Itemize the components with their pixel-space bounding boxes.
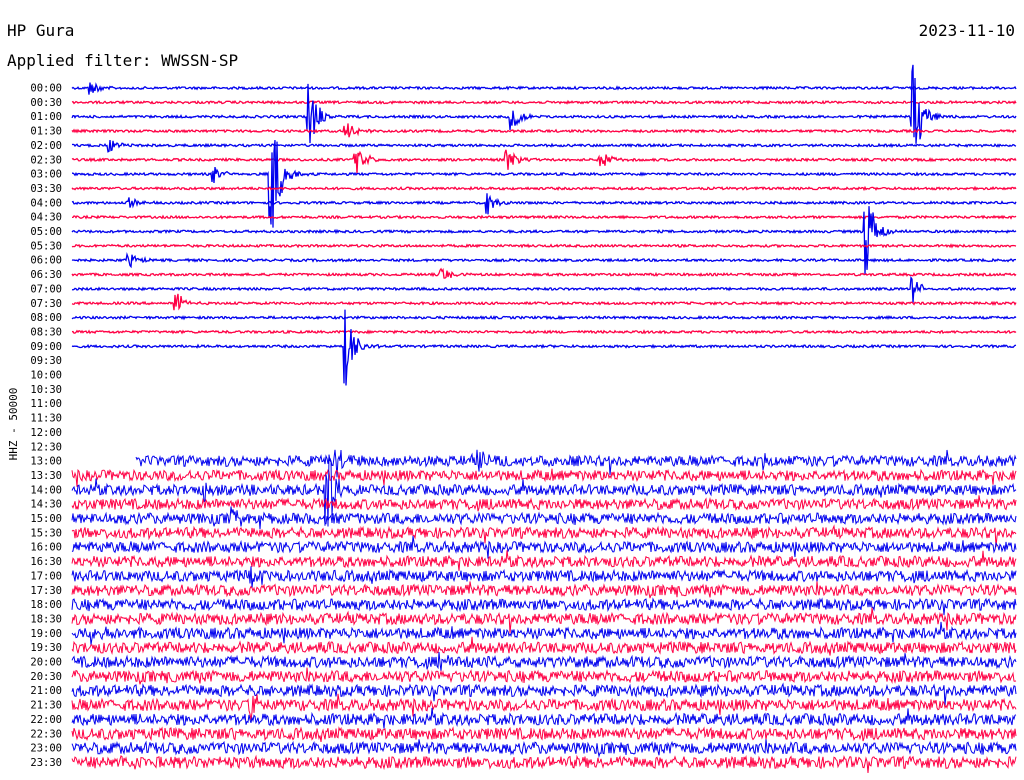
trace-1330 xyxy=(71,468,1017,487)
trace-0600 xyxy=(71,252,1017,269)
trace-1730 xyxy=(71,581,1017,599)
hour-label: 12:00 xyxy=(30,427,62,439)
hour-label: 13:00 xyxy=(30,456,62,468)
trace-2030 xyxy=(71,667,1017,685)
trace-2230 xyxy=(71,726,1017,742)
hour-label: 18:30 xyxy=(30,613,62,625)
hour-label: 14:00 xyxy=(30,484,62,496)
hour-label: 19:30 xyxy=(30,642,62,654)
filter-label: Applied filter: WWSSN-SP xyxy=(7,51,238,70)
trace-0800 xyxy=(71,314,1017,321)
hour-label: 11:00 xyxy=(30,398,62,410)
seismogram-chart: HP Gura 2023-11-10 Applied filter: WWSSN… xyxy=(7,21,1017,774)
hour-label: 21:00 xyxy=(30,685,62,697)
trace-0630 xyxy=(71,267,1017,279)
trace-0900 xyxy=(71,309,1017,386)
trace-0530 xyxy=(71,243,1017,249)
hour-label: 22:30 xyxy=(30,728,62,740)
hour-label: 06:30 xyxy=(30,269,62,281)
trace-1930 xyxy=(71,636,1017,656)
trace-2130 xyxy=(71,693,1017,720)
hour-label: 04:30 xyxy=(30,212,62,224)
station-title: HP Gura xyxy=(7,21,74,40)
hour-label: 01:30 xyxy=(30,126,62,138)
hour-label: 12:30 xyxy=(30,441,62,453)
trace-0300 xyxy=(72,140,1017,228)
trace-0330 xyxy=(71,185,1017,192)
hour-label: 11:30 xyxy=(30,413,62,425)
hour-label: 00:00 xyxy=(30,83,62,95)
hour-label: 09:30 xyxy=(30,355,62,367)
hour-label: 20:00 xyxy=(30,657,62,669)
y-axis-label: HHZ - 50000 xyxy=(7,388,20,461)
hour-label: 06:00 xyxy=(30,255,62,267)
hour-label: 19:00 xyxy=(30,628,62,640)
trace-2000 xyxy=(71,651,1017,672)
hour-label: 20:30 xyxy=(30,671,62,683)
hour-label: 03:30 xyxy=(30,183,62,195)
hour-label: 01:00 xyxy=(30,111,62,123)
trace-1600 xyxy=(71,535,1017,559)
hour-label: 15:30 xyxy=(30,527,62,539)
hour-label: 07:30 xyxy=(30,298,62,310)
hour-label: 15:00 xyxy=(30,513,62,525)
trace-0000 xyxy=(71,82,1017,95)
hour-label: 16:00 xyxy=(30,542,62,554)
hour-label: 02:00 xyxy=(30,140,62,152)
hour-label: 04:00 xyxy=(30,197,62,209)
hour-label-group: 00:00 00:30 01:00 01:30 02:00 02:30 03:00 03:30… xyxy=(30,83,62,769)
hour-label: 09:00 xyxy=(30,341,62,353)
trace-2200 xyxy=(71,707,1017,729)
hour-label: 17:30 xyxy=(30,585,62,597)
trace-group xyxy=(71,64,1017,774)
date-label: 2023-11-10 xyxy=(919,21,1015,40)
trace-0830 xyxy=(71,329,1017,335)
trace-0430 xyxy=(72,214,1017,220)
hour-label: 05:30 xyxy=(30,240,62,252)
trace-1700 xyxy=(71,566,1017,589)
hour-label: 22:00 xyxy=(30,714,62,726)
trace-0030 xyxy=(71,99,1017,105)
trace-0700 xyxy=(71,275,1017,303)
trace-1630 xyxy=(71,550,1017,571)
hour-label: 17:00 xyxy=(30,570,62,582)
trace-0200 xyxy=(71,140,1017,153)
trace-1430 xyxy=(71,495,1017,512)
trace-1300 xyxy=(135,449,1017,478)
trace-1500 xyxy=(71,506,1017,530)
trace-1900 xyxy=(71,621,1017,645)
hour-label: 14:30 xyxy=(30,499,62,511)
hour-label: 10:30 xyxy=(30,384,62,396)
trace-0230 xyxy=(71,149,1017,174)
hour-label: 07:00 xyxy=(30,283,62,295)
hour-label: 16:30 xyxy=(30,556,62,568)
hour-label: 05:00 xyxy=(30,226,62,238)
hour-label: 10:00 xyxy=(30,370,62,382)
hour-label: 08:00 xyxy=(30,312,62,324)
trace-0400 xyxy=(71,193,1017,215)
hour-label: 02:30 xyxy=(30,154,62,166)
hour-label: 08:30 xyxy=(30,326,62,338)
trace-0130 xyxy=(71,123,1017,138)
hour-label: 21:30 xyxy=(30,700,62,712)
trace-0730 xyxy=(71,293,1017,311)
trace-2330 xyxy=(71,754,1017,774)
hour-label: 13:30 xyxy=(30,470,62,482)
hour-label: 00:30 xyxy=(30,97,62,109)
hour-label: 23:30 xyxy=(30,757,62,769)
hour-label: 18:00 xyxy=(30,599,62,611)
trace-1530 xyxy=(71,524,1017,548)
hour-label: 03:00 xyxy=(30,169,62,181)
hour-label: 23:00 xyxy=(30,743,62,755)
trace-2300 xyxy=(71,739,1017,759)
trace-1800 xyxy=(71,597,1017,616)
